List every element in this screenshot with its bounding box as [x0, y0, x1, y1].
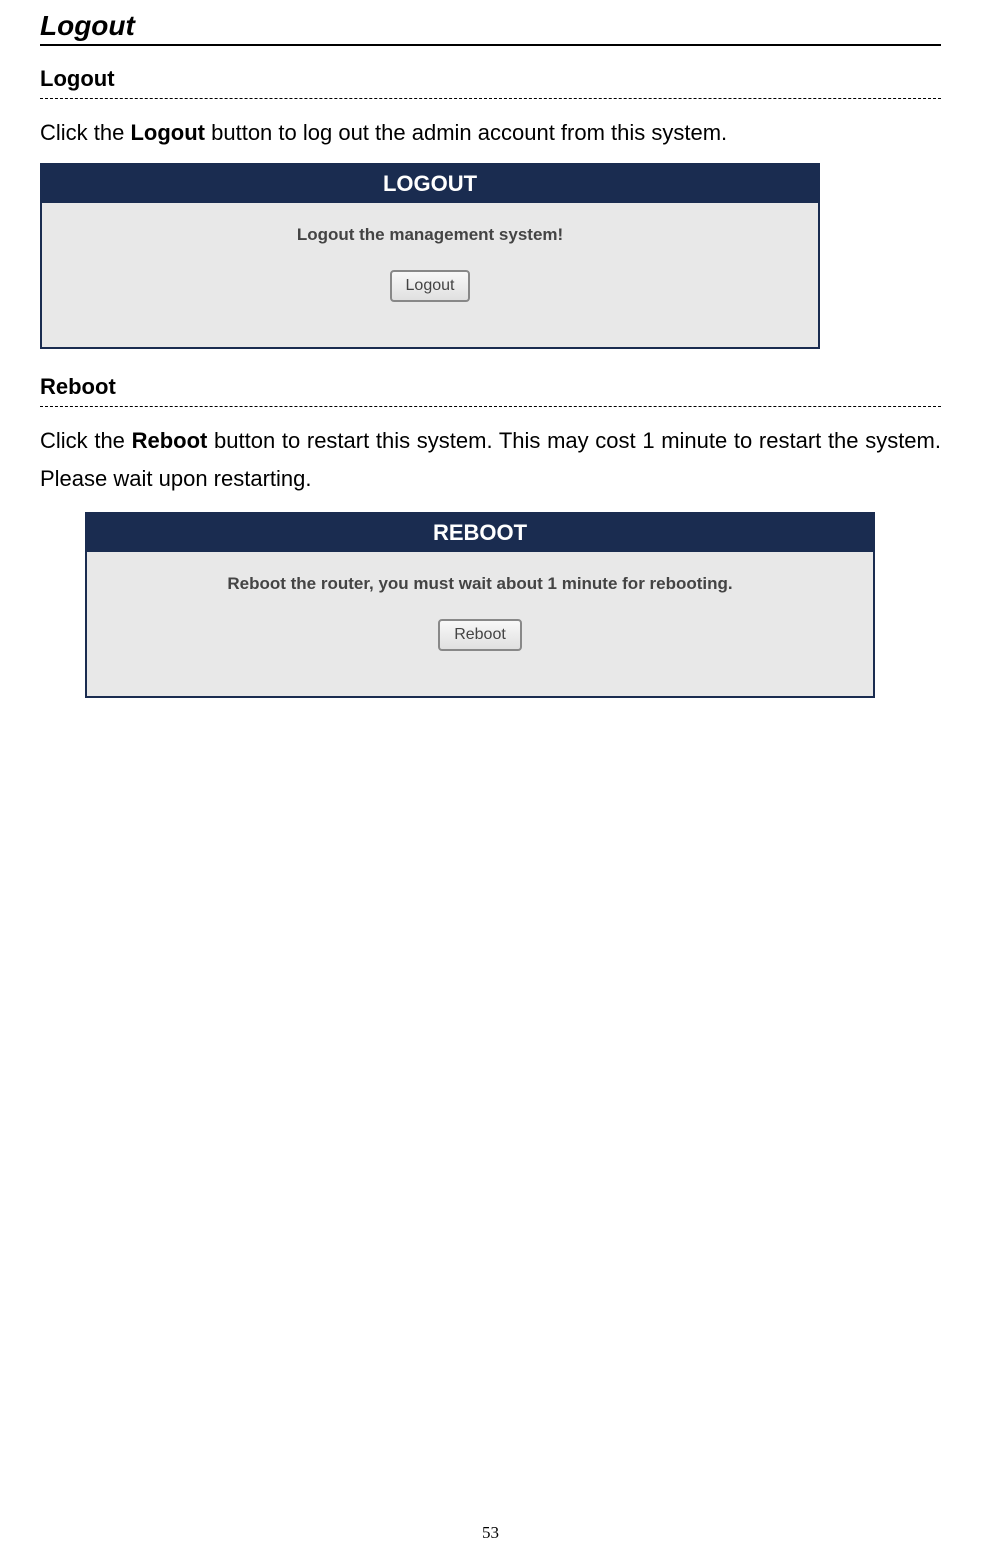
logout-panel-title: LOGOUT: [42, 165, 818, 203]
logout-desc-suffix: button to log out the admin account from…: [205, 120, 727, 145]
logout-section-header: Logout: [40, 66, 941, 99]
reboot-panel: REBOOT Reboot the router, you must wait …: [85, 512, 875, 698]
reboot-panel-title: REBOOT: [87, 514, 873, 552]
logout-button[interactable]: Logout: [390, 270, 471, 302]
logout-desc-bold: Logout: [130, 120, 205, 145]
reboot-panel-body: Reboot the router, you must wait about 1…: [87, 552, 873, 696]
reboot-panel-message: Reboot the router, you must wait about 1…: [87, 574, 873, 594]
page-number: 53: [482, 1523, 499, 1543]
reboot-button[interactable]: Reboot: [438, 619, 522, 651]
page-title: Logout: [40, 10, 941, 46]
reboot-desc-prefix: Click the: [40, 428, 132, 453]
logout-panel-body: Logout the management system! Logout: [42, 203, 818, 347]
logout-desc-prefix: Click the: [40, 120, 130, 145]
logout-description: Click the Logout button to log out the a…: [40, 114, 941, 151]
logout-panel-message: Logout the management system!: [42, 225, 818, 245]
logout-panel: LOGOUT Logout the management system! Log…: [40, 163, 820, 349]
reboot-description: Click the Reboot button to restart this …: [40, 422, 941, 497]
reboot-desc-bold: Reboot: [132, 428, 208, 453]
reboot-section-header: Reboot: [40, 374, 941, 407]
